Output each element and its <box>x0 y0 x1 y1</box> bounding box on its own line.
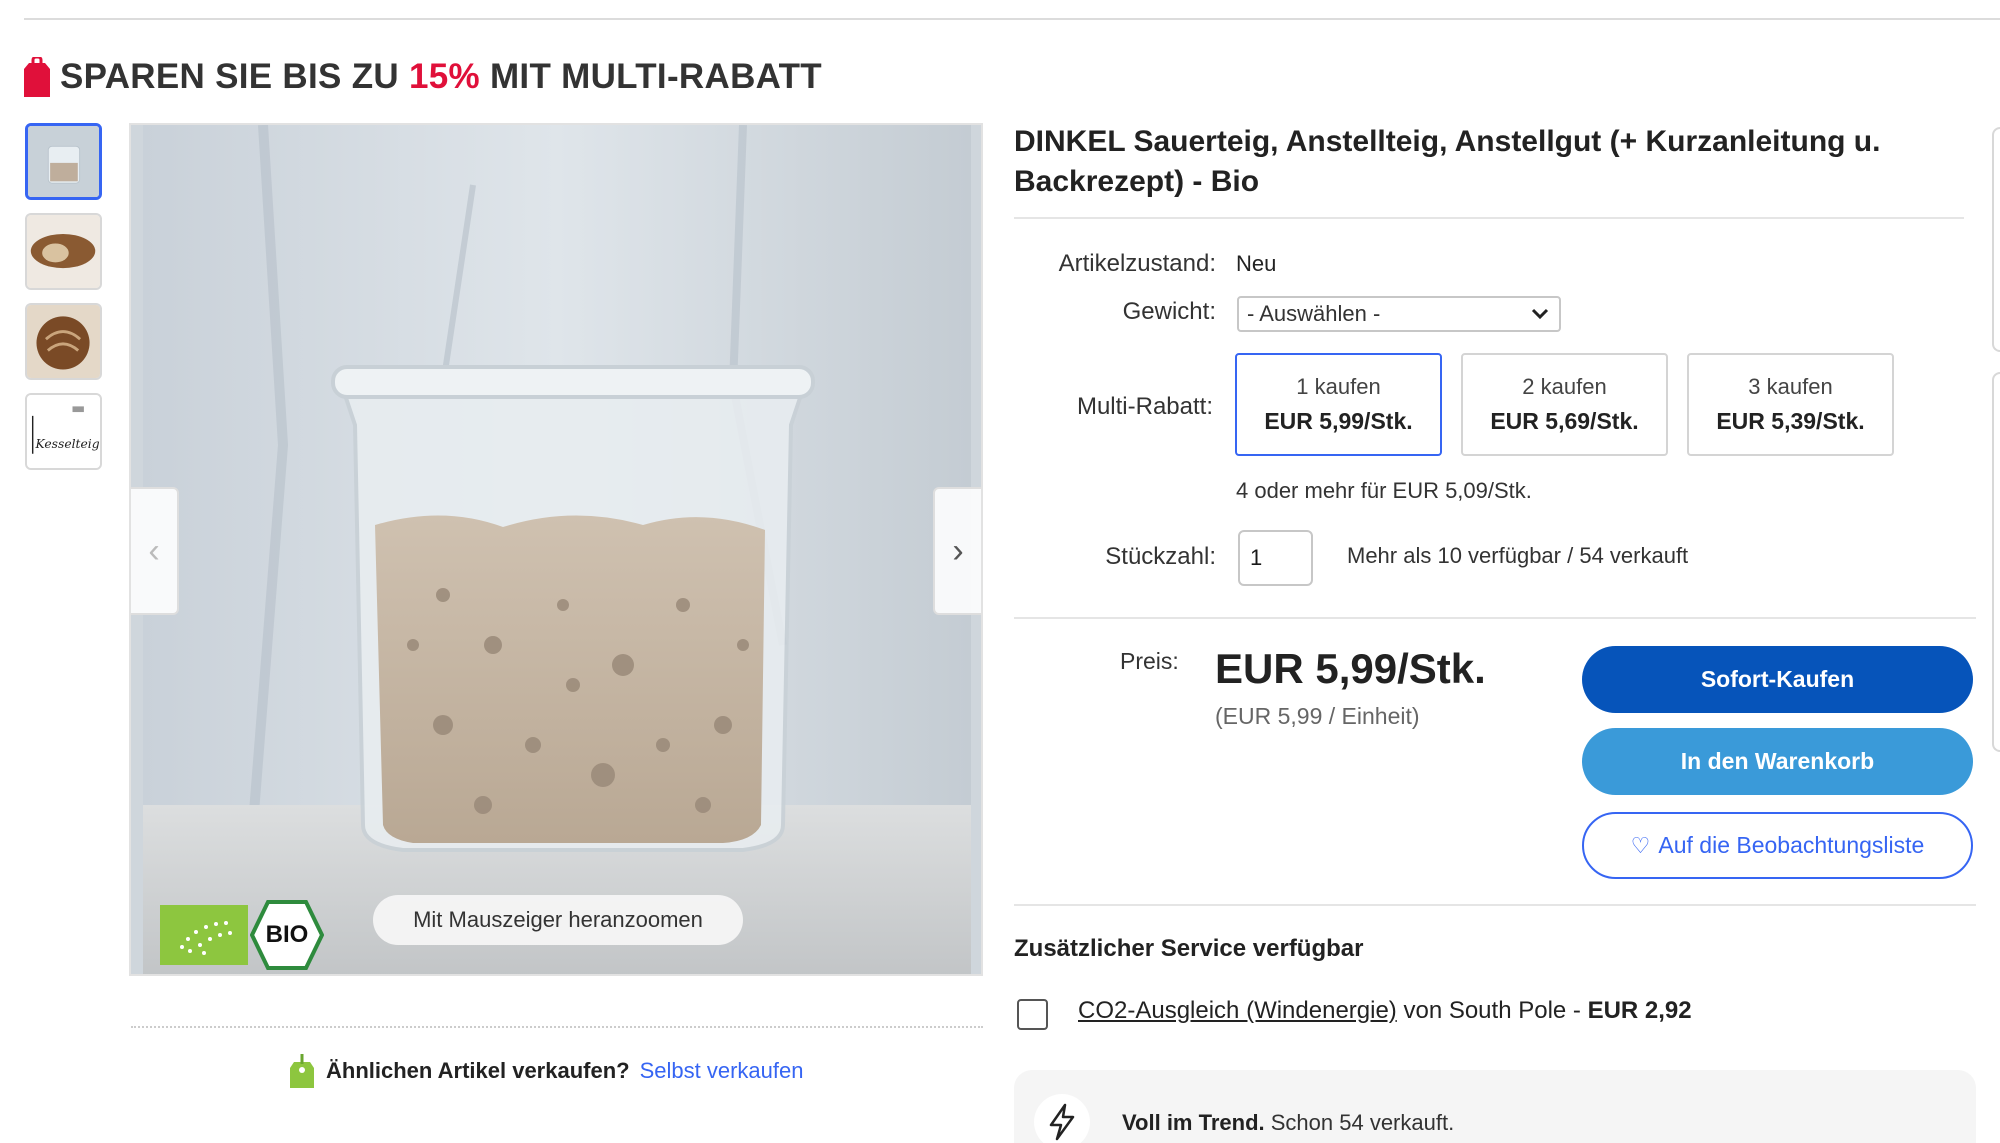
add-to-watchlist-button[interactable]: ♡ Auf die Beobachtungsliste <box>1582 812 1973 879</box>
product-title: DINKEL Sauerteig, Anstellteig, Anstellgu… <box>1014 125 1881 198</box>
condition-value: Neu <box>1236 251 1277 276</box>
add-to-cart-button[interactable]: In den Warenkorb <box>1582 728 1973 795</box>
watchlist-label: Auf die Beobachtungsliste <box>1658 832 1925 858</box>
price-tag-icon <box>24 57 50 97</box>
additional-service-heading: Zusätzlicher Service verfügbar <box>1014 935 1364 962</box>
price-value: EUR 5,99/Stk. <box>1215 645 1486 692</box>
heart-icon: ♡ <box>1630 832 1651 858</box>
sell-question: Ähnlichen Artikel verkaufen? <box>326 1058 630 1083</box>
thumbnail-bread-round[interactable] <box>25 303 102 380</box>
co2-offset-option: CO2-Ausgleich (Windenergie) von South Po… <box>1078 997 1692 1024</box>
sell-tag-icon <box>290 1054 314 1088</box>
multi-discount-banner: SPAREN SIE BIS ZU 15% MIT MULTI-RABATT <box>24 52 822 102</box>
thumbnail-strip: Kesselteig <box>25 123 102 483</box>
multi-discount-label: Multi-Rabatt: <box>1076 393 1213 420</box>
banner-percent: 15% <box>408 57 480 96</box>
sourdough-jar-photo <box>143 125 971 974</box>
tier-quantity: 2 kaufen <box>1522 374 1607 399</box>
bio-seal-logo: BIO <box>250 900 324 970</box>
price-divider <box>1014 617 1976 619</box>
banner-text: SPAREN SIE BIS ZU 15% MIT MULTI-RABATT <box>60 57 822 96</box>
title-divider <box>1014 217 1964 219</box>
service-divider <box>1014 904 1976 906</box>
tier-option-1[interactable]: 1 kaufen EUR 5,99/Stk. <box>1235 353 1442 456</box>
zoom-hint: Mit Mauszeiger heranzoomen <box>373 895 743 945</box>
tier-quantity: 3 kaufen <box>1748 374 1833 399</box>
next-image-button[interactable]: › <box>933 487 981 615</box>
svg-text:BIO: BIO <box>266 921 309 948</box>
tier-price: EUR 5,69/Stk. <box>1490 408 1639 434</box>
svg-text:Kesselteig: Kesselteig <box>35 437 100 451</box>
quantity-input[interactable]: 1 <box>1238 530 1313 586</box>
thumbnail-bread-sliced[interactable] <box>25 213 102 290</box>
co2-offset-amount: EUR 2,92 <box>1587 997 1692 1024</box>
top-divider <box>24 18 2000 20</box>
tier-option-3[interactable]: 3 kaufen EUR 5,39/Stk. <box>1687 353 1894 456</box>
lightning-icon <box>1034 1094 1090 1143</box>
price-label: Preis: <box>1120 648 1179 674</box>
gallery-divider <box>131 1026 983 1028</box>
thumbnail-jar[interactable] <box>25 123 102 200</box>
chevron-right-icon: › <box>952 531 964 570</box>
thumbnail-handwritten-label[interactable]: Kesselteig <box>25 393 102 470</box>
trending-text: Voll im Trend. Schon 54 verkauft. <box>1122 1110 1455 1135</box>
tier-price: EUR 5,39/Stk. <box>1716 408 1865 434</box>
bulk-price-note: 4 oder mehr für EUR 5,09/Stk. <box>1236 478 1532 503</box>
buy-now-button[interactable]: Sofort-Kaufen <box>1582 646 1973 713</box>
condition-label: Artikelzustand: <box>1058 250 1216 277</box>
availability-text: Mehr als 10 verfügbar / 54 verkauft <box>1347 543 1689 568</box>
eu-organic-leaf-logo <box>160 905 248 965</box>
weight-select[interactable]: - Auswählen - <box>1237 296 1561 332</box>
weight-select-value: - Auswählen - <box>1247 301 1381 326</box>
sell-yourself-link[interactable]: Selbst verkaufen <box>640 1058 804 1084</box>
co2-offset-checkbox[interactable] <box>1017 999 1048 1030</box>
previous-image-button[interactable]: ‹ <box>131 487 179 615</box>
chevron-down-icon <box>1531 308 1549 320</box>
quantity-label: Stückzahl: <box>1105 543 1216 570</box>
weight-label: Gewicht: <box>1122 298 1216 325</box>
chevron-left-icon: ‹ <box>148 531 160 570</box>
tier-option-2[interactable]: 2 kaufen EUR 5,69/Stk. <box>1461 353 1668 456</box>
co2-offset-link[interactable]: CO2-Ausgleich (Windenergie) <box>1078 997 1397 1024</box>
main-product-image[interactable]: ‹ › Mit Mauszeiger heranzoomen BIO <box>129 123 983 976</box>
tier-quantity: 1 kaufen <box>1296 374 1381 399</box>
trending-banner: Voll im Trend. Schon 54 verkauft. <box>1014 1070 1976 1143</box>
sell-similar-row: Ähnlichen Artikel verkaufen? Selbst verk… <box>290 1054 803 1088</box>
unit-price: (EUR 5,99 / Einheit) <box>1215 703 1420 729</box>
right-panel-edge <box>1992 372 2000 752</box>
right-panel-edge <box>1992 127 2000 352</box>
tier-price: EUR 5,99/Stk. <box>1264 408 1413 434</box>
